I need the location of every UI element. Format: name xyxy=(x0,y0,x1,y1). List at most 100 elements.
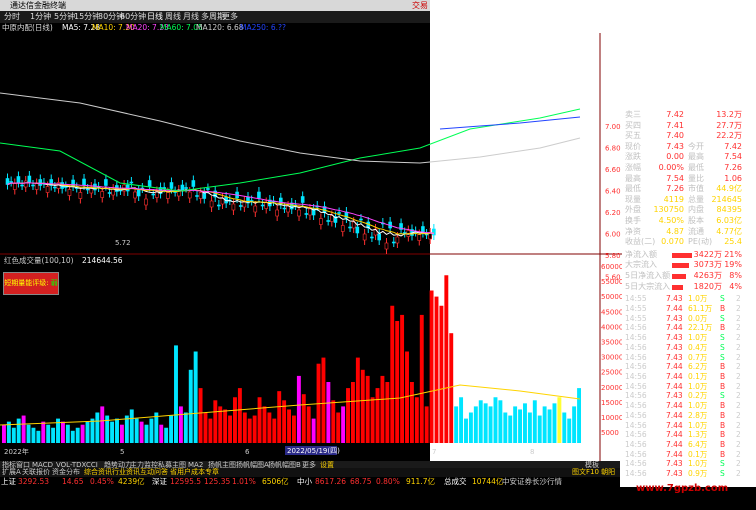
ext-tab-0[interactable]: 扩展A xyxy=(2,468,21,477)
volume-bar xyxy=(527,412,532,443)
volume-bar xyxy=(336,412,341,443)
quote-value-2: 7.26 xyxy=(724,163,742,172)
ext-tab-2[interactable]: 资金分布 xyxy=(52,468,80,477)
volume-bar xyxy=(572,406,577,443)
volume-bar xyxy=(110,421,115,443)
volume-bar xyxy=(21,415,26,443)
tick-v: 0.0万 xyxy=(688,313,708,323)
tick-v: 0.7万 xyxy=(688,352,708,362)
tick-row: 14:56 7.44 0.1万 B 2 xyxy=(622,450,752,460)
candle-body xyxy=(282,207,287,210)
sz-change: 125.35 xyxy=(204,477,231,486)
candle-body xyxy=(275,209,279,217)
sh-change: 14.65 xyxy=(62,477,84,486)
sh-label: 上证 xyxy=(1,477,16,486)
tick-t: 14:56 xyxy=(625,333,647,343)
tick-t: 14:55 xyxy=(625,294,647,304)
volume-bar xyxy=(513,406,518,443)
quote-label-2: 今开 xyxy=(688,141,704,151)
volume-bar xyxy=(213,400,218,443)
quote-row: 最高 7.54 量比 1.06 xyxy=(622,174,744,185)
ext-tab-4[interactable]: 行业资讯 xyxy=(112,468,140,477)
quote-value: 7.26 xyxy=(666,184,684,194)
tick-v: 1.0万 xyxy=(688,459,708,469)
quote-value: 4119 xyxy=(663,194,684,204)
volume-bar xyxy=(424,406,429,443)
tick-p: 7.44 xyxy=(666,449,683,459)
candle-body xyxy=(144,198,148,206)
tick-row: 14:56 7.44 2.8万 B 2 xyxy=(622,411,752,421)
volume-bar xyxy=(439,305,444,443)
quote-label-2: 流通 xyxy=(688,226,704,236)
tick-s: B xyxy=(720,420,726,430)
kline-chart-area[interactable]: 7.006.806.606.406.206.005.805.60 6000055… xyxy=(0,33,622,461)
tick-row: 14:56 7.43 0.7万 S 2 xyxy=(622,353,752,363)
volume-bar xyxy=(414,397,419,443)
period-tab-2[interactable]: 5分钟 xyxy=(54,11,75,23)
quote-label-2: PE(动) xyxy=(688,237,713,247)
candle-body xyxy=(195,195,199,197)
tick-t: 14:56 xyxy=(625,469,647,479)
volume-bar xyxy=(370,397,375,443)
tick-row: 14:56 7.44 1.0万 B 2 xyxy=(622,382,752,392)
news-ticker[interactable]: 中安证券长沙行情 xyxy=(502,477,562,487)
candle-body xyxy=(264,202,269,209)
candle-body xyxy=(20,184,24,187)
quote-row: 现量 4119 总量 214645 xyxy=(622,195,744,206)
period-tab-3[interactable]: 15分钟 xyxy=(74,11,100,23)
ext-tab-3[interactable]: 综合资讯 xyxy=(84,468,112,477)
tick-s: B xyxy=(720,362,726,372)
volume-bar xyxy=(306,406,311,443)
tick-v: 0.1万 xyxy=(688,371,708,381)
candle-body xyxy=(85,188,90,191)
candle-body xyxy=(133,191,137,199)
volume-bar xyxy=(311,418,316,443)
tick-c: 2 xyxy=(736,342,741,352)
tick-row: 14:56 7.44 1.3万 B 2 xyxy=(622,430,752,440)
volume-bar xyxy=(247,418,252,443)
period-tab-5[interactable]: 60分钟 xyxy=(120,11,146,23)
candle-body xyxy=(16,176,21,183)
period-tab-0[interactable]: 分时 xyxy=(4,11,20,23)
f10-button[interactable]: 图文F10 朝阳 xyxy=(572,468,615,477)
tick-v: 1.0万 xyxy=(688,420,708,430)
sz-percent: 1.01% xyxy=(232,477,256,486)
trade-button[interactable]: 交易 xyxy=(412,0,428,11)
candle-body xyxy=(362,233,367,241)
candle-body xyxy=(326,220,330,222)
candle-body xyxy=(78,192,83,199)
tick-t: 14:56 xyxy=(625,323,647,333)
candle-body xyxy=(104,179,108,186)
tick-row: 14:55 7.43 1.0万 S 2 xyxy=(622,294,752,304)
volume-bar xyxy=(552,403,557,443)
period-tab-10[interactable]: 更多 xyxy=(222,11,238,23)
flow-row: 5日大宗流入 1820万 4% xyxy=(622,282,744,293)
tick-c: 2 xyxy=(736,391,741,401)
volume-bar xyxy=(341,406,346,443)
quote-value-2: 25.4 xyxy=(724,237,742,247)
period-tab-7[interactable]: 周线 xyxy=(165,11,181,23)
volume-bar xyxy=(272,418,277,443)
tick-t: 14:56 xyxy=(625,342,647,352)
quote-value: 0.070 xyxy=(661,237,684,247)
tick-t: 14:56 xyxy=(625,371,647,381)
volume-bar xyxy=(473,406,478,443)
ma-info-line: 中原内配(日线) MA5: 7.28 MA10: 7.20 MA20: 7.23… xyxy=(0,23,620,33)
volume-bar xyxy=(385,382,390,443)
period-tab-1[interactable]: 1分钟 xyxy=(30,11,51,23)
tick-p: 7.43 xyxy=(666,352,683,362)
period-tab-8[interactable]: 月线 xyxy=(183,11,199,23)
period-tab-6[interactable]: 日线 xyxy=(147,11,163,23)
volume-bar xyxy=(164,427,169,443)
ext-tab-5[interactable]: 互动问答 xyxy=(140,468,168,477)
volume-rating-value: 弱 xyxy=(50,279,58,287)
volume-tick: 30000 xyxy=(601,354,622,362)
ext-tab-6[interactable]: 省用户成本专章 xyxy=(170,468,219,477)
tick-c: 2 xyxy=(736,323,741,333)
ext-tab-1[interactable]: 关联报价 xyxy=(22,468,50,477)
tick-c: 2 xyxy=(736,420,741,430)
tick-p: 7.44 xyxy=(666,430,683,440)
flow-row: 大宗流入 3073万 19% xyxy=(622,260,744,271)
volume-tick: 50000 xyxy=(601,293,622,301)
quote-row: 外盘 130750 内盘 84395 xyxy=(622,205,744,216)
